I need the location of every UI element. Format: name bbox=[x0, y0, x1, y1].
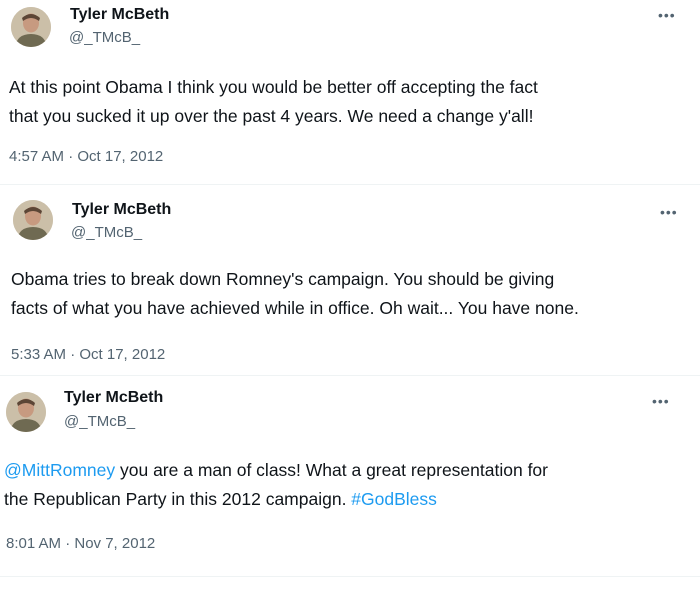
more-options-icon[interactable]: ••• bbox=[660, 205, 678, 219]
author-name[interactable]: Tyler McBeth bbox=[72, 201, 171, 219]
tweet-text: Obama tries to break down Romney's campa… bbox=[11, 265, 579, 323]
author-name[interactable]: Tyler McBeth bbox=[70, 6, 169, 24]
profile-photo-icon bbox=[11, 7, 51, 47]
tweet-text: At this point Obama I think you would be… bbox=[9, 73, 538, 131]
divider bbox=[0, 576, 700, 577]
tweet-timestamp[interactable]: 5:33 AM · Oct 17, 2012 bbox=[11, 346, 165, 363]
avatar[interactable] bbox=[11, 7, 51, 47]
tweet[interactable]: Tyler McBeth @_TMcB_ ••• Obama tries to … bbox=[0, 185, 700, 375]
avatar[interactable] bbox=[13, 200, 53, 240]
tweet-text-line: the Republican Party in this 2012 campai… bbox=[4, 485, 548, 514]
profile-photo-icon bbox=[6, 392, 46, 432]
more-options-icon[interactable]: ••• bbox=[658, 8, 676, 22]
author-handle[interactable]: @_TMcB_ bbox=[69, 29, 140, 46]
tweet[interactable]: Tyler McBeth @_TMcB_ ••• At this point O… bbox=[0, 0, 700, 185]
author-handle[interactable]: @_TMcB_ bbox=[64, 413, 135, 430]
profile-photo-icon bbox=[13, 200, 53, 240]
more-options-icon[interactable]: ••• bbox=[652, 394, 670, 408]
tweet-text-line: facts of what you have achieved while in… bbox=[11, 298, 579, 318]
mention-link[interactable]: @MittRomney bbox=[4, 460, 115, 480]
tweet-text: @MittRomney you are a man of class! What… bbox=[4, 456, 548, 514]
tweet-text-segment: the Republican Party in this 2012 campai… bbox=[4, 489, 352, 509]
tweet-text-line: At this point Obama I think you would be… bbox=[9, 77, 538, 97]
author-name[interactable]: Tyler McBeth bbox=[64, 389, 163, 407]
tweet-timestamp[interactable]: 8:01 AM · Nov 7, 2012 bbox=[6, 535, 155, 552]
tweet-timestamp[interactable]: 4:57 AM · Oct 17, 2012 bbox=[9, 148, 163, 165]
tweet-text-line: @MittRomney you are a man of class! What… bbox=[4, 456, 548, 485]
tweet[interactable]: Tyler McBeth @_TMcB_ ••• @MittRomney you… bbox=[0, 376, 700, 576]
hashtag-link[interactable]: #GodBless bbox=[351, 489, 437, 509]
tweet-text-segment: you are a man of class! What a great rep… bbox=[115, 460, 548, 480]
tweet-text-line: Obama tries to break down Romney's campa… bbox=[11, 269, 555, 289]
tweet-text-line: that you sucked it up over the past 4 ye… bbox=[9, 106, 534, 126]
author-handle[interactable]: @_TMcB_ bbox=[71, 224, 142, 241]
avatar[interactable] bbox=[6, 392, 46, 432]
